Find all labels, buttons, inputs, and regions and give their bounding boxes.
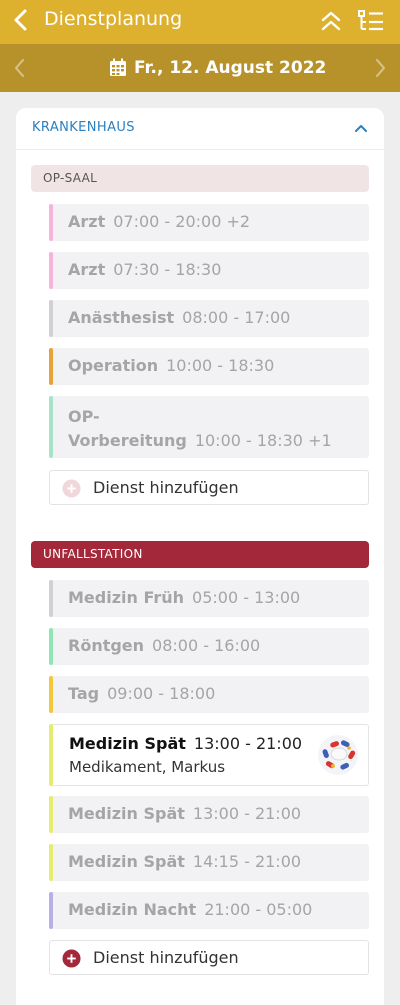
group-name: UNFALLSTATION [43, 547, 143, 561]
shift-name: Arzt [68, 212, 106, 231]
shift-name: Medizin Früh [68, 588, 185, 607]
shift-item-assigned[interactable]: Medizin Spät 13:00 - 21:00 Medikament, Ma… [49, 724, 369, 786]
shift-time: 13:00 - 21:00 [193, 734, 303, 753]
shift-item[interactable]: Medizin Früh 05:00 - 13:00 [49, 580, 369, 617]
add-shift-label: Dienst hinzufügen [93, 948, 239, 967]
group-name: OP-SAAL [43, 171, 98, 185]
plus-circle-icon [62, 949, 81, 968]
shift-time: 07:30 - 18:30 [113, 260, 222, 279]
shift-color-bar [49, 796, 53, 833]
shift-color-bar [49, 676, 53, 713]
section-header[interactable]: KRANKENHAUS [16, 108, 384, 150]
shift-color-bar [49, 844, 53, 881]
shift-time: 07:00 - 20:00 +2 [113, 212, 251, 231]
shift-item[interactable]: Anästhesist 08:00 - 17:00 [49, 300, 369, 337]
chevron-up-icon[interactable] [354, 122, 368, 134]
section-card: KRANKENHAUS OP-SAAL Arzt 07:00 - 20:00 +2… [16, 108, 384, 1005]
shift-color-bar [49, 892, 53, 929]
shift-time: 10:00 - 18:30 +1 [194, 431, 332, 450]
back-chevron-icon[interactable] [8, 6, 36, 34]
shift-item[interactable]: Tag 09:00 - 18:00 [49, 676, 369, 713]
shift-name: Anästhesist [68, 308, 175, 327]
add-shift-button[interactable]: Dienst hinzufügen [49, 940, 369, 975]
shift-color-bar [49, 724, 53, 786]
page-title: Dienstplanung [44, 8, 183, 30]
plus-circle-icon [62, 479, 81, 498]
app-header: Dienstplanung [0, 0, 400, 44]
group-header-op-saal: OP-SAAL [31, 165, 369, 192]
section-label: KRANKENHAUS [32, 120, 135, 135]
next-day-icon[interactable] [370, 56, 390, 80]
shift-name: Tag [68, 684, 100, 703]
add-shift-button[interactable]: Dienst hinzufügen [49, 470, 369, 505]
shift-name: Medizin Spät [69, 734, 186, 753]
shift-time: 05:00 - 13:00 [192, 588, 301, 607]
shift-item[interactable]: Arzt 07:30 - 18:30 [49, 252, 369, 289]
shift-color-bar [49, 580, 53, 617]
assigned-person: Medikament, Markus [69, 758, 226, 776]
checklist-icon[interactable] [356, 7, 386, 35]
shift-item[interactable]: OP- Vorbereitung 10:00 - 18:30 +1 [49, 396, 369, 458]
previous-day-icon[interactable] [10, 56, 30, 80]
shift-name: Röntgen [68, 636, 145, 655]
shift-time: 13:00 - 21:00 [192, 804, 302, 823]
shift-item[interactable]: Medizin Spät 13:00 - 21:00 [49, 796, 369, 833]
shift-color-bar [49, 348, 53, 385]
shift-time: 14:15 - 21:00 [192, 852, 302, 871]
shift-time: 10:00 - 18:30 [166, 356, 275, 375]
shift-time: 21:00 - 05:00 [204, 900, 313, 919]
shift-color-bar [49, 300, 53, 337]
current-date[interactable]: Fr., 12. August 2022 [134, 56, 326, 80]
shift-color-bar [49, 396, 53, 458]
shift-name-line-2: Vorbereitung [68, 431, 187, 450]
shift-name: Operation [68, 356, 159, 375]
calendar-icon[interactable] [109, 58, 127, 77]
avatar [318, 735, 358, 775]
shift-color-bar [49, 628, 53, 665]
group-header-unfallstation: UNFALLSTATION [31, 541, 369, 568]
shift-item[interactable]: Arzt 07:00 - 20:00 +2 [49, 204, 369, 241]
shift-color-bar [49, 204, 53, 241]
shift-name: Medizin Spät [68, 804, 185, 823]
collapse-all-icon[interactable] [318, 8, 344, 34]
shift-item[interactable]: Medizin Nacht 21:00 - 05:00 [49, 892, 369, 929]
shift-item[interactable]: Röntgen 08:00 - 16:00 [49, 628, 369, 665]
shift-name: Medizin Spät [68, 852, 185, 871]
add-shift-label: Dienst hinzufügen [93, 478, 239, 497]
shift-item[interactable]: Operation 10:00 - 18:30 [49, 348, 369, 385]
date-navigation-bar: Fr., 12. August 2022 [0, 44, 400, 92]
shift-name: Arzt [68, 260, 106, 279]
shift-item[interactable]: Medizin Spät 14:15 - 21:00 [49, 844, 369, 881]
shift-time: 09:00 - 18:00 [107, 684, 216, 703]
shift-name-line-1: OP- [68, 407, 100, 426]
shift-time: 08:00 - 16:00 [152, 636, 261, 655]
shift-time: 08:00 - 17:00 [182, 308, 291, 327]
shift-color-bar [49, 252, 53, 289]
shift-name: Medizin Nacht [68, 900, 197, 919]
